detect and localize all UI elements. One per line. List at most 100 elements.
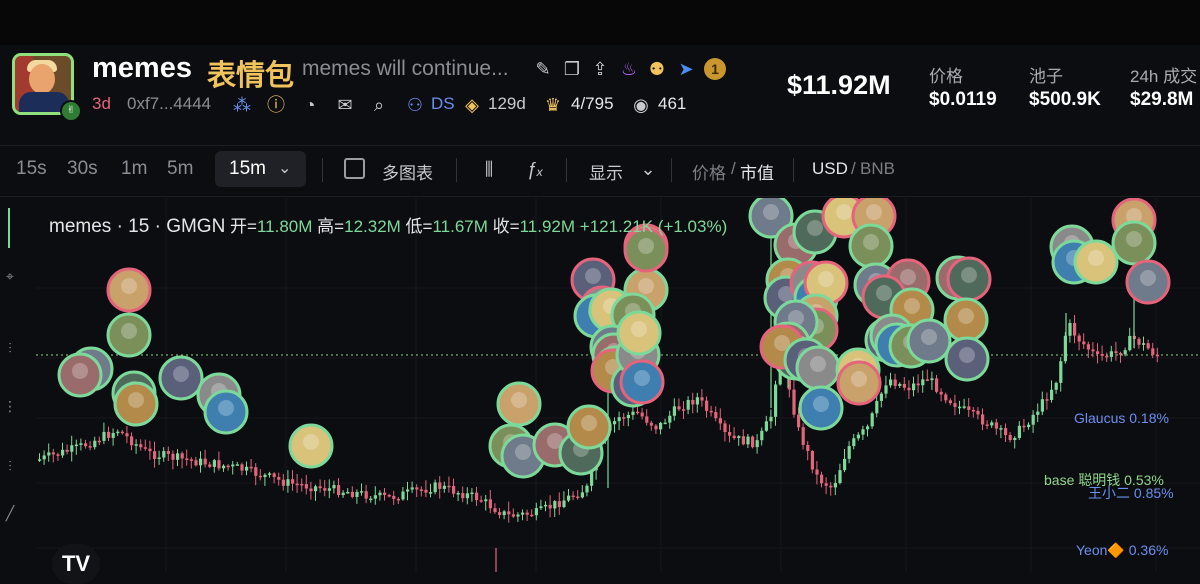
candle-body bbox=[751, 436, 755, 448]
group-icon[interactable]: ⚉ bbox=[646, 58, 668, 80]
search-icon[interactable]: ⌕ bbox=[368, 94, 390, 116]
candle-body bbox=[764, 421, 768, 431]
warning-icon[interactable]: ⓘ bbox=[265, 94, 287, 116]
candle-body bbox=[861, 429, 865, 435]
tf-30s[interactable]: 30s bbox=[67, 158, 98, 180]
candle-body bbox=[318, 486, 322, 489]
candle-body bbox=[162, 451, 166, 458]
edit-icon[interactable]: ✎ bbox=[532, 58, 554, 80]
trader-avatar-marker bbox=[1111, 220, 1157, 266]
candle-type-icon[interactable]: ⫼ bbox=[478, 158, 500, 180]
candle-body bbox=[820, 474, 824, 484]
candle-body bbox=[981, 414, 985, 425]
trader-label-wangxiaoer[interactable]: 王小二 0.85% bbox=[1088, 483, 1174, 503]
candle-body bbox=[1031, 414, 1035, 425]
candle-body bbox=[856, 434, 860, 439]
chart-stats-icon[interactable]: ◔ bbox=[299, 94, 321, 116]
trader-label-glaucus[interactable]: Glaucus 0.18% bbox=[1074, 410, 1169, 426]
tradingview-logo: TV bbox=[52, 544, 100, 584]
candle-body bbox=[116, 431, 120, 434]
candle-body bbox=[249, 466, 253, 469]
divider bbox=[793, 158, 794, 182]
candle-body bbox=[475, 492, 479, 501]
trader-avatar-marker bbox=[113, 381, 159, 427]
crosshair-icon[interactable]: ⌖ bbox=[2, 268, 18, 284]
candle-body bbox=[654, 425, 658, 430]
candle-body bbox=[346, 491, 350, 494]
candle-body bbox=[1004, 428, 1008, 436]
multi-chart-checkbox[interactable] bbox=[344, 158, 365, 179]
candle-body bbox=[1119, 353, 1123, 355]
bubble-map-icon[interactable]: ⁂ bbox=[231, 94, 253, 116]
candle-body bbox=[498, 512, 502, 516]
lines-icon[interactable]: ⫶ bbox=[2, 340, 18, 356]
trendline-icon[interactable]: ╱ bbox=[2, 505, 18, 521]
token-address[interactable]: 0xf7...4444 bbox=[127, 94, 211, 114]
crown-icon: ♛ bbox=[544, 95, 562, 115]
candle-body bbox=[355, 491, 359, 497]
toggle-bnb[interactable]: BNB bbox=[860, 159, 895, 179]
price-chart[interactable] bbox=[36, 198, 1200, 572]
candle-body bbox=[682, 409, 686, 411]
share-icon[interactable]: ⇪ bbox=[589, 58, 611, 80]
divider bbox=[456, 158, 457, 182]
tf-5m[interactable]: 5m bbox=[167, 158, 193, 180]
toggle-mcap[interactable]: 市值 bbox=[740, 159, 774, 184]
trader-avatar-marker bbox=[944, 336, 990, 382]
candle-body bbox=[806, 444, 810, 451]
divider bbox=[671, 158, 672, 182]
toggle-price[interactable]: 价格 bbox=[692, 159, 726, 184]
open-label: 开= bbox=[230, 217, 257, 236]
flame-icon[interactable]: ♨ bbox=[618, 58, 640, 80]
divider bbox=[566, 158, 567, 182]
candle-body bbox=[511, 514, 515, 517]
candle-body bbox=[217, 460, 221, 469]
candle-body bbox=[534, 508, 538, 516]
display-dropdown[interactable]: 显示 bbox=[589, 159, 623, 184]
candle-body bbox=[143, 447, 147, 449]
tf-1m[interactable]: 1m bbox=[121, 158, 147, 180]
candle-body bbox=[286, 479, 290, 486]
tf-active-label: 15m bbox=[229, 158, 266, 179]
tf-15s[interactable]: 15s bbox=[16, 158, 47, 180]
candle-body bbox=[700, 397, 704, 401]
copy-icon[interactable]: ❐ bbox=[561, 58, 583, 80]
candle-body bbox=[189, 459, 193, 461]
ds-logo-icon[interactable]: ⚇ bbox=[404, 94, 426, 116]
candle-body bbox=[300, 483, 304, 486]
change-value: +121.21K (+1.03%) bbox=[579, 217, 728, 236]
candle-body bbox=[484, 499, 488, 502]
candle-body bbox=[1040, 399, 1044, 412]
candle-body bbox=[378, 492, 382, 496]
candle-body bbox=[833, 483, 837, 488]
trader-label-yeon[interactable]: Yeon🔶 0.36% bbox=[1076, 542, 1168, 559]
candle-body bbox=[433, 482, 437, 493]
candle-body bbox=[889, 379, 893, 386]
message-icon[interactable]: ✉ bbox=[334, 94, 356, 116]
price-label: 价格 bbox=[929, 67, 963, 86]
candle-body bbox=[254, 467, 258, 476]
telegram-icon[interactable]: ➤ bbox=[675, 58, 697, 80]
ds-label[interactable]: DS bbox=[431, 94, 455, 114]
candle-body bbox=[815, 469, 819, 475]
fib-icon[interactable]: ⋮ bbox=[2, 398, 18, 414]
trader-avatar-marker bbox=[57, 352, 103, 398]
measure-icon[interactable]: ⫶ bbox=[2, 458, 18, 474]
chart-title: memes · 15 · GMGN bbox=[49, 216, 226, 237]
candle-body bbox=[387, 495, 391, 497]
trader-avatar-marker bbox=[795, 345, 841, 391]
candle-body bbox=[976, 410, 980, 415]
rank-badge: 1 bbox=[704, 58, 726, 80]
candle-body bbox=[636, 411, 640, 414]
candle-body bbox=[1027, 424, 1031, 428]
candle-body bbox=[824, 483, 828, 486]
candle-body bbox=[47, 452, 51, 456]
candle-body bbox=[291, 479, 295, 484]
indicators-icon[interactable]: ƒₓ bbox=[524, 158, 546, 180]
candle-body bbox=[392, 495, 396, 499]
toggle-usd[interactable]: USD bbox=[812, 159, 848, 179]
candle-body bbox=[1091, 349, 1095, 352]
eye-icon: ◉ bbox=[633, 95, 649, 115]
holders-ratio: 4/795 bbox=[571, 94, 614, 113]
candle-body bbox=[884, 385, 888, 394]
